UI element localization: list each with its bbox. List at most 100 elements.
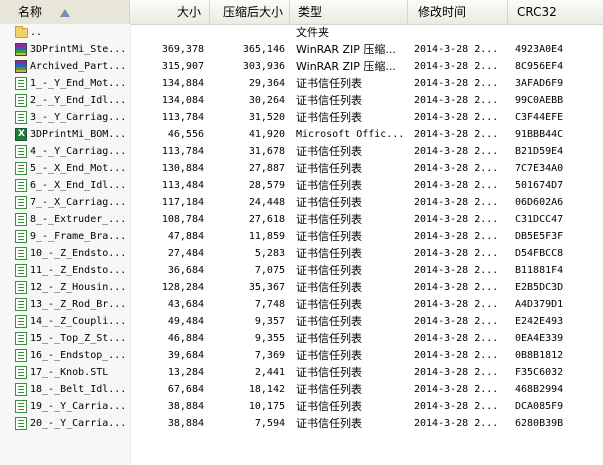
file-packed-size: 24,448 xyxy=(248,197,285,208)
file-row[interactable]: 3DPrintMi_Ste... 369,378 365,146 WinRAR ZIP… xyxy=(0,41,603,58)
file-modified: 2014-3-28 2... xyxy=(414,214,499,225)
file-modified: 2014-3-28 2... xyxy=(414,367,499,378)
file-packed-size: 303,936 xyxy=(242,61,285,72)
file-crc32: 06D602A6 xyxy=(515,197,564,208)
file-type: 证书信任列表 xyxy=(296,196,362,209)
file-crc32: DCA085F9 xyxy=(515,401,564,412)
file-crc32: 0EA4E339 xyxy=(515,333,564,344)
file-row[interactable]: 8_-_Extruder_... 108,784 27,618 证书信任列表 2014-… xyxy=(0,211,603,228)
file-row[interactable]: 7_-_X_Carriag... 117,184 24,448 证书信任列表 2014-… xyxy=(0,194,603,211)
file-row[interactable]: 19_-_Y_Carria... 38,884 10,175 证书信任列表 2014-3… xyxy=(0,398,603,415)
file-name: 1_-_Y_End_Mot... xyxy=(30,78,127,89)
file-row[interactable]: 15_-_Top_Z_St... 46,884 9,355 证书信任列表 2014-3-… xyxy=(0,330,603,347)
certificate-list-icon xyxy=(15,94,27,107)
certificate-list-icon xyxy=(15,383,27,396)
certificate-list-icon xyxy=(15,417,27,430)
file-size: 38,884 xyxy=(167,418,204,429)
file-crc32: A4D379D1 xyxy=(515,299,564,310)
file-crc32: 91BBB44C xyxy=(515,129,564,140)
file-crc32: 7C7E34A0 xyxy=(515,163,564,174)
file-name: .. xyxy=(30,27,43,38)
file-packed-size: 5,283 xyxy=(254,248,285,259)
file-row[interactable]: 14_-_Z_Coupli... 49,484 9,357 证书信任列表 2014-3-… xyxy=(0,313,603,330)
file-row[interactable]: 18_-_Belt_Idl... 67,684 18,142 证书信任列表 2014-3… xyxy=(0,381,603,398)
file-size: 134,084 xyxy=(161,95,204,106)
file-row[interactable]: 10_-_Z_Endsto... 27,484 5,283 证书信任列表 2014-3-… xyxy=(0,245,603,262)
certificate-list-icon xyxy=(15,366,27,379)
certificate-list-icon xyxy=(15,332,27,345)
file-type: WinRAR ZIP 压缩... xyxy=(296,60,396,73)
file-packed-size: 10,175 xyxy=(248,401,285,412)
file-type: 文件夹 xyxy=(296,26,329,39)
certificate-list-icon xyxy=(15,349,27,362)
file-row[interactable]: 2_-_Y_End_Idl... 134,084 30,264 证书信任列表 2014-… xyxy=(0,92,603,109)
file-name: 11_-_Z_Endsto... xyxy=(30,265,127,276)
column-header-crc32[interactable]: CRC32 xyxy=(508,0,603,24)
file-modified: 2014-3-28 2... xyxy=(414,248,499,259)
file-name: 14_-_Z_Coupli... xyxy=(30,316,127,327)
file-type: 证书信任列表 xyxy=(296,281,362,294)
file-crc32: C3F44EFE xyxy=(515,112,564,123)
file-modified: 2014-3-28 2... xyxy=(414,350,499,361)
file-row[interactable]: 3DPrintMi_BOM... 46,556 41,920 Microsoft Of… xyxy=(0,126,603,143)
file-size: 43,684 xyxy=(167,299,204,310)
file-packed-size: 11,859 xyxy=(248,231,285,242)
file-packed-size: 30,264 xyxy=(248,95,285,106)
file-row[interactable]: 13_-_Z_Rod_Br... 43,684 7,748 证书信任列表 2014-3-… xyxy=(0,296,603,313)
file-list: .. 文件夹 3DPrintMi_Ste... 369,378 365,146 WinRA… xyxy=(0,24,603,432)
file-name: 9_-_Frame_Bra... xyxy=(30,231,127,242)
certificate-list-icon xyxy=(15,298,27,311)
file-packed-size: 9,357 xyxy=(254,316,285,327)
file-row[interactable]: 17_-_Knob.STL 13,284 2,441 证书信任列表 2014-3-28 … xyxy=(0,364,603,381)
file-type: 证书信任列表 xyxy=(296,111,362,124)
column-header-modified[interactable]: 修改时间 xyxy=(408,0,508,24)
file-packed-size: 27,887 xyxy=(248,163,285,174)
certificate-list-icon xyxy=(15,111,27,124)
file-row[interactable]: .. 文件夹 xyxy=(0,24,603,41)
file-name: 12_-_Z_Housin... xyxy=(30,282,127,293)
file-packed-size: 31,520 xyxy=(248,112,285,123)
column-header-name-label: 名称 xyxy=(18,5,43,19)
file-name: 3_-_Y_Carriag... xyxy=(30,112,127,123)
file-crc32: 6280B39B xyxy=(515,418,564,429)
file-row[interactable]: Archived_Part... 315,907 303,936 WinRAR ZIP… xyxy=(0,58,603,75)
file-type: 证书信任列表 xyxy=(296,77,362,90)
file-row[interactable]: 5_-_X_End_Mot... 130,884 27,887 证书信任列表 2014-… xyxy=(0,160,603,177)
file-row[interactable]: 6_-_X_End_Idl... 113,484 28,579 证书信任列表 2014-… xyxy=(0,177,603,194)
file-type: 证书信任列表 xyxy=(296,264,362,277)
file-size: 36,684 xyxy=(167,265,204,276)
file-size: 117,184 xyxy=(161,197,204,208)
file-size: 369,378 xyxy=(161,44,204,55)
column-header-size[interactable]: 大小 xyxy=(130,0,210,24)
column-header-name[interactable]: 名称 xyxy=(0,0,130,24)
file-type: 证书信任列表 xyxy=(296,349,362,362)
file-crc32: F35C6032 xyxy=(515,367,564,378)
file-crc32: D54FBCC8 xyxy=(515,248,564,259)
file-packed-size xyxy=(210,24,285,41)
file-packed-size: 7,594 xyxy=(254,418,285,429)
column-header-type[interactable]: 类型 xyxy=(290,0,408,24)
file-modified xyxy=(414,24,506,41)
column-header-packed-size[interactable]: 压缩后大小 xyxy=(210,0,290,24)
file-row[interactable]: 9_-_Frame_Bra... 47,884 11,859 证书信任列表 2014-3… xyxy=(0,228,603,245)
file-type: 证书信任列表 xyxy=(296,230,362,243)
file-row[interactable]: 11_-_Z_Endsto... 36,684 7,075 证书信任列表 2014-3-… xyxy=(0,262,603,279)
file-row[interactable]: 16_-_Endstop_... 39,684 7,369 证书信任列表 2014-3-… xyxy=(0,347,603,364)
file-size: 128,284 xyxy=(161,282,204,293)
file-type: 证书信任列表 xyxy=(296,145,362,158)
file-modified: 2014-3-28 2... xyxy=(414,61,499,72)
file-size: 113,484 xyxy=(161,180,204,191)
file-row[interactable]: 1_-_Y_End_Mot... 134,884 29,364 证书信任列表 2014-… xyxy=(0,75,603,92)
file-row[interactable]: 3_-_Y_Carriag... 113,784 31,520 证书信任列表 2014-… xyxy=(0,109,603,126)
file-type: 证书信任列表 xyxy=(296,400,362,413)
file-row[interactable]: 12_-_Z_Housin... 128,284 35,367 证书信任列表 2014-… xyxy=(0,279,603,296)
file-modified: 2014-3-28 2... xyxy=(414,163,499,174)
file-name: Archived_Part... xyxy=(30,61,127,72)
file-row[interactable]: 4_-_Y_Carriag... 113,784 31,678 证书信任列表 2014-… xyxy=(0,143,603,160)
file-row[interactable]: 20_-_Y_Carria... 38,884 7,594 证书信任列表 2014-3-… xyxy=(0,415,603,432)
file-modified: 2014-3-28 2... xyxy=(414,112,499,123)
file-modified: 2014-3-28 2... xyxy=(414,231,499,242)
file-modified: 2014-3-28 2... xyxy=(414,265,499,276)
file-type: 证书信任列表 xyxy=(296,94,362,107)
file-crc32: 468B2994 xyxy=(515,384,564,395)
